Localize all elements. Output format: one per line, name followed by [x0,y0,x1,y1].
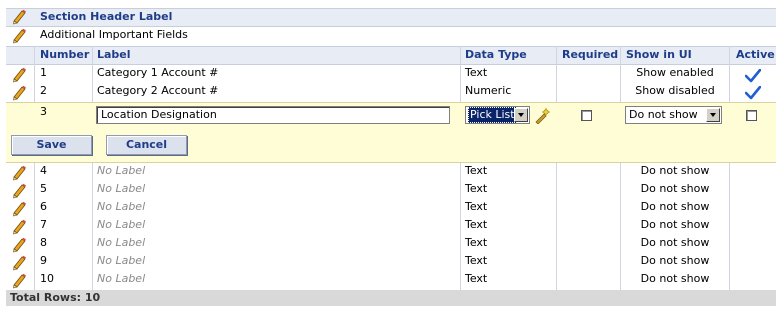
col-divider [729,163,730,290]
row-4-show-in-ui: Do not show [640,164,710,177]
row-2-active-checkmark-icon [744,85,762,100]
row-4-label: No Label [97,164,146,177]
row-6-number: 6 [40,200,47,213]
edit-row-number: 3 [40,105,47,118]
row-6-edit-pencil-icon[interactable] [11,201,27,217]
show-in-ui-select-value: Do not show [629,108,698,121]
row-1-edit-pencil-icon[interactable] [11,67,27,83]
column-header-data-type: Data Type [465,48,527,61]
row-9-edit-pencil-icon[interactable] [11,255,27,271]
data-type-select[interactable]: Pick List [465,106,530,124]
data-type-select-value: Pick List [468,107,517,123]
row-5-label: No Label [97,182,146,195]
col-divider [34,163,35,290]
label-input-value: Location Designation [101,108,217,121]
row-7-data-type: Text [465,218,488,231]
chevron-down-icon [706,108,720,122]
row-6-show-in-ui: Do not show [640,200,710,213]
row-10-label: No Label [97,272,146,285]
column-header-number: Number [40,48,90,61]
row-4-data-type: Text [465,164,488,177]
row-4-edit-pencil-icon[interactable] [11,165,27,181]
row-7-show-in-ui: Do not show [640,218,710,231]
column-header-show-in-ui: Show in UI [626,48,692,61]
row-8-show-in-ui: Do not show [640,236,710,249]
row-4-number: 4 [40,164,47,177]
row-6-label: No Label [97,200,146,213]
col-divider [729,46,730,102]
section-header-label: Section Header Label [40,10,173,23]
row-2-edit-pencil-icon[interactable] [11,85,27,101]
col-divider [556,163,557,290]
total-rows-label: Total Rows: 10 [10,291,101,304]
row-10-show-in-ui: Do not show [640,272,710,285]
row-7-edit-pencil-icon[interactable] [11,219,27,235]
row-2-number: 2 [40,84,47,97]
row-8-data-type: Text [465,236,488,249]
save-button[interactable]: Save [11,135,92,155]
row-1-label: Category 1 Account # [97,66,219,79]
column-header-label: Label [97,48,131,61]
row-2-label: Category 2 Account # [97,84,219,97]
row-10-data-type: Text [465,272,488,285]
row-1-show-in-ui: Show enabled [636,66,714,79]
show-in-ui-select[interactable]: Do not show [625,106,722,124]
row-9-label: No Label [97,254,146,267]
row-7-number: 7 [40,218,47,231]
row-9-number: 9 [40,254,47,267]
row-5-edit-pencil-icon[interactable] [11,183,27,199]
row-9-show-in-ui: Do not show [640,254,710,267]
row-9-data-type: Text [465,254,488,267]
cancel-button[interactable]: Cancel [106,135,187,155]
row-8-edit-pencil-icon[interactable] [11,237,27,253]
row-5-show-in-ui: Do not show [640,182,710,195]
edit-list-icon[interactable] [534,108,550,125]
column-header-active: Active [736,48,775,61]
custom-fields-grid: Section Header Label Additional Importan… [0,0,783,312]
row-2-show-in-ui: Show disabled [635,84,715,97]
row-2-data-type: Numeric [465,84,512,97]
column-header-required: Required [562,48,619,61]
chevron-down-icon [514,108,528,122]
row-10-number: 10 [40,272,54,285]
row-10-edit-pencil-icon[interactable] [11,273,27,289]
section-header-pencil-icon[interactable] [11,9,27,25]
col-divider [34,46,35,102]
col-divider [92,163,93,290]
row-7-label: No Label [97,218,146,231]
col-divider [556,46,557,102]
col-divider [92,46,93,102]
row-1-active-checkmark-icon [744,68,762,83]
col-divider [460,163,461,290]
row-5-data-type: Text [465,182,488,195]
footer-band [6,290,776,306]
sub-label-pencil-icon[interactable] [11,28,27,44]
required-checkbox[interactable] [581,110,592,121]
row-1-data-type: Text [465,66,488,79]
row-6-data-type: Text [465,200,488,213]
row-5-number: 5 [40,182,47,195]
sub-label: Additional Important Fields [40,28,188,41]
active-checkbox[interactable] [746,110,757,121]
row-8-number: 8 [40,236,47,249]
row-8-label: No Label [97,236,146,249]
label-input[interactable]: Location Designation [96,106,450,124]
col-divider [460,46,461,102]
row-1-number: 1 [40,66,47,79]
